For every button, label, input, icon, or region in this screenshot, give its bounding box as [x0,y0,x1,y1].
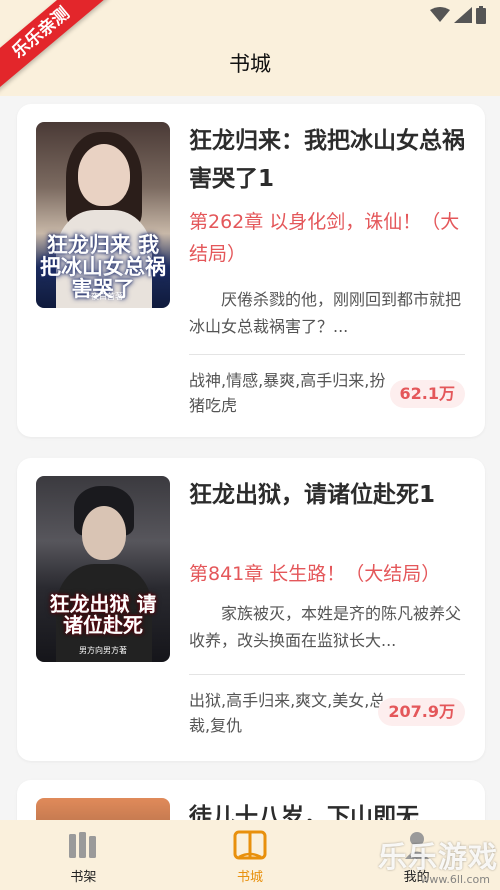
book-tags: 出狱,高手归来,爽文,美女,总裁,复仇 [189,691,386,735]
watermark-main-text: 乐乐游戏 [377,840,498,874]
book-title[interactable]: 狂龙归来：我把冰山女总祸害哭了1 [189,122,469,198]
nav-label: 书架 [70,870,97,885]
read-count-badge: 62.1万 [389,380,465,408]
book-description: 家族被灭，本姓是齐的陈凡被养父收养，改头换面在监狱长大... [189,604,462,650]
book-cover[interactable]: 狂龙归来 我把冰山女总祸害哭了 一夜白首著 [36,122,170,308]
book-card[interactable]: 狂龙归来 我把冰山女总祸害哭了 一夜白首著 狂龙归来：我把冰山女总祸害哭了1 第… [17,104,485,437]
watermark-sub-text: www.6ll.com [420,873,490,886]
latest-chapter: 第262章 以身化剑，诛仙！（大结局） [189,211,460,265]
latest-chapter: 第841章 长生路！（大结局） [189,563,441,585]
nav-item-bookshelf[interactable]: 书架 [0,820,167,890]
book-cover[interactable] [36,798,170,820]
signal-icon [454,7,472,23]
wifi-icon [430,7,450,22]
book-cover[interactable]: 狂龙出狱 请诸位赴死 男方向男方著 [36,476,170,662]
divider [189,674,465,675]
book-description: 厌倦杀戮的他，刚刚回到都市就把冰山女总裁祸害了？... [189,290,462,336]
open-book-icon [233,830,267,860]
watermark: 乐乐游戏 www.6ll.com [378,841,498,886]
book-title[interactable]: 狂龙出狱，请诸位赴死1 [189,476,469,514]
nav-item-bookstore[interactable]: 书城 [167,820,334,890]
cover-author-text: 一夜白首著 [83,292,123,301]
cover-title-text: 狂龙出狱 请诸位赴死 [49,592,157,637]
book-tags: 战神,情感,暴爽,高手归来,扮猪吃虎 [189,371,386,415]
book-title[interactable]: 徒儿十八岁，下山即无 [189,798,469,820]
book-card[interactable]: 狂龙出狱 请诸位赴死 男方向男方著 狂龙出狱，请诸位赴死1 第841章 长生路！… [17,458,485,761]
bottom-nav: 书架 书城 我的 乐乐游戏 www.6ll.com [0,820,500,890]
cover-author-text: 男方向男方著 [79,646,127,655]
page-title: 书城 [229,52,271,76]
nav-label: 书城 [237,870,264,885]
top-bar: 乐乐亲测 书城 [0,0,500,96]
corner-ribbon: 乐乐亲测 [0,0,109,93]
status-bar [430,6,486,24]
battery-icon [476,6,486,24]
bookshelf-icon [69,832,97,858]
book-list[interactable]: 狂龙归来 我把冰山女总祸害哭了 一夜白首著 狂龙归来：我把冰山女总祸害哭了1 第… [0,96,500,820]
book-card[interactable]: 徒儿十八岁，下山即无 [17,780,485,820]
read-count-badge: 207.9万 [378,698,465,726]
divider [189,354,465,355]
